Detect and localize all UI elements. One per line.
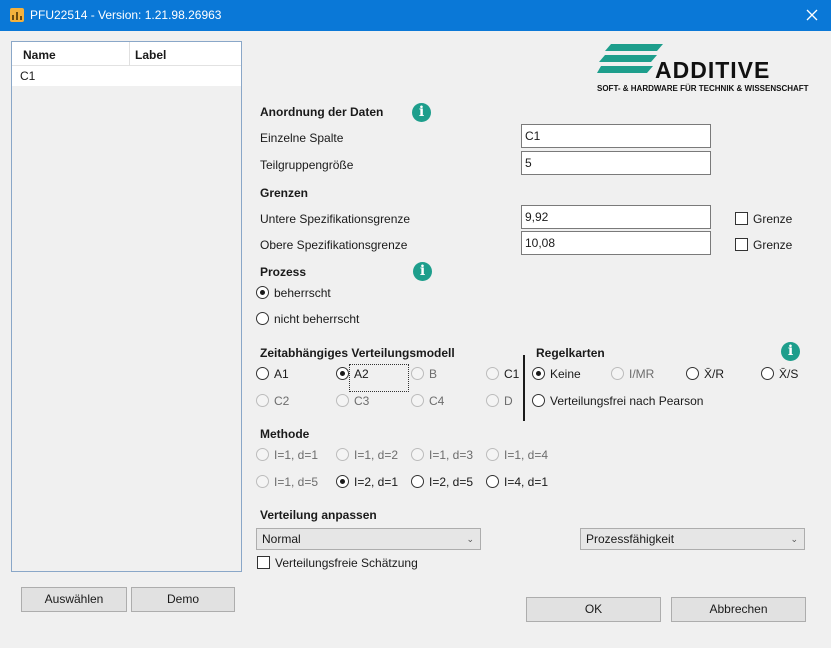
method-label: I=2, d=5 bbox=[429, 475, 474, 489]
info-icon[interactable]: i bbox=[781, 342, 800, 361]
info-icon[interactable]: i bbox=[412, 103, 431, 122]
close-icon[interactable] bbox=[801, 4, 823, 26]
upper-spec-label: Obere Spezifikationsgrenze bbox=[260, 238, 408, 252]
model-radio-c2[interactable] bbox=[256, 394, 269, 407]
model-label-d: D bbox=[504, 394, 513, 408]
model-radio-c3[interactable] bbox=[336, 394, 349, 407]
method-radio[interactable] bbox=[256, 448, 269, 461]
method-label: I=1, d=4 bbox=[504, 448, 549, 462]
model-radio-c1[interactable] bbox=[486, 367, 499, 380]
method-radio[interactable] bbox=[486, 475, 499, 488]
column-list-header: Name Label bbox=[12, 42, 241, 66]
upper-limit-check-label: Grenze bbox=[753, 238, 793, 252]
chart-label-xbar-r: X̄/R bbox=[704, 367, 725, 381]
column-header-label[interactable]: Label bbox=[135, 48, 166, 62]
chevron-down-icon: ⌄ bbox=[790, 534, 798, 544]
model-label-a2: A2 bbox=[354, 367, 369, 381]
method-label: I=1, d=3 bbox=[429, 448, 474, 462]
method-label: I=2, d=1 bbox=[354, 475, 399, 489]
chart-radio-imr[interactable] bbox=[611, 367, 624, 380]
method-label: I=1, d=2 bbox=[354, 448, 399, 462]
chart-label-imr: I/MR bbox=[629, 367, 655, 381]
ok-button[interactable]: OK bbox=[526, 597, 661, 622]
not-controlled-radio[interactable] bbox=[256, 312, 269, 325]
chart-radio-none[interactable] bbox=[532, 367, 545, 380]
column-list[interactable]: Name Label C1 bbox=[11, 41, 242, 572]
model-label-c4: C4 bbox=[429, 394, 445, 408]
lower-limit-checkbox[interactable] bbox=[735, 212, 748, 225]
window-title: PFU22514 - Version: 1.21.98.26963 bbox=[30, 8, 222, 22]
method-label: I=1, d=5 bbox=[274, 475, 319, 489]
model-radio-a2[interactable] bbox=[336, 367, 349, 380]
model-heading: Zeitabhängiges Verteilungsmodell bbox=[260, 346, 455, 360]
model-label-c3: C3 bbox=[354, 394, 370, 408]
method-radio[interactable] bbox=[411, 448, 424, 461]
method-radio[interactable] bbox=[486, 448, 499, 461]
single-column-label: Einzelne Spalte bbox=[260, 131, 344, 145]
logo-name: ADDITIVE bbox=[655, 57, 771, 83]
method-heading: Methode bbox=[260, 427, 310, 441]
subgroup-size-input[interactable]: 5 bbox=[521, 151, 711, 175]
logo-tagline: SOFT- & HARDWARE FÜR TECHNIK & WISSENSCH… bbox=[597, 84, 809, 93]
upper-limit-checkbox[interactable] bbox=[735, 238, 748, 251]
process-heading: Prozess bbox=[260, 265, 307, 279]
free-estimate-checkbox[interactable] bbox=[257, 556, 270, 569]
free-estimate-label: Verteilungsfreie Schätzung bbox=[275, 556, 418, 570]
fit-heading: Verteilung anpassen bbox=[260, 508, 377, 522]
additive-logo: ADDITIVE SOFT- & HARDWARE FÜR TECHNIK & … bbox=[597, 42, 812, 94]
chart-app-icon bbox=[10, 8, 24, 22]
control-charts-heading: Regelkarten bbox=[536, 346, 605, 360]
lower-limit-check-label: Grenze bbox=[753, 212, 793, 226]
title-bar: PFU22514 - Version: 1.21.98.26963 bbox=[0, 0, 831, 31]
lower-spec-input[interactable]: 9,92 bbox=[521, 205, 711, 229]
method-radio[interactable] bbox=[336, 448, 349, 461]
model-label-a1: A1 bbox=[274, 367, 289, 381]
capability-value: Prozessfähigkeit bbox=[586, 532, 675, 546]
chart-label-xbar-s: X̄/S bbox=[779, 367, 799, 381]
section-divider bbox=[523, 355, 525, 421]
list-item-name: C1 bbox=[20, 69, 36, 83]
model-radio-d[interactable] bbox=[486, 394, 499, 407]
model-label-b: B bbox=[429, 367, 438, 381]
controlled-radio[interactable] bbox=[256, 286, 269, 299]
method-label: I=1, d=1 bbox=[274, 448, 319, 462]
model-radio-b[interactable] bbox=[411, 367, 424, 380]
data-arrangement-heading: Anordnung der Daten bbox=[260, 105, 384, 119]
method-radio[interactable] bbox=[256, 475, 269, 488]
demo-button[interactable]: Demo bbox=[131, 587, 235, 612]
capability-dropdown[interactable]: Prozessfähigkeit ⌄ bbox=[580, 528, 805, 550]
subgroup-size-label: Teilgruppengröße bbox=[260, 158, 354, 172]
method-label: I=4, d=1 bbox=[504, 475, 549, 489]
cancel-button[interactable]: Abbrechen bbox=[671, 597, 806, 622]
model-label-c1: C1 bbox=[504, 367, 520, 381]
pearson-label: Verteilungsfrei nach Pearson bbox=[550, 394, 704, 408]
list-item[interactable]: C1 bbox=[12, 66, 241, 86]
method-radio-selected[interactable] bbox=[336, 475, 349, 488]
chart-radio-xbar-r[interactable] bbox=[686, 367, 699, 380]
upper-spec-input[interactable]: 10,08 bbox=[521, 231, 711, 255]
model-radio-c4[interactable] bbox=[411, 394, 424, 407]
chart-radio-xbar-s[interactable] bbox=[761, 367, 774, 380]
model-radio-a1[interactable] bbox=[256, 367, 269, 380]
method-radio[interactable] bbox=[411, 475, 424, 488]
single-column-input[interactable]: C1 bbox=[521, 124, 711, 148]
info-icon[interactable]: i bbox=[413, 262, 432, 281]
not-controlled-label: nicht beherrscht bbox=[274, 312, 360, 326]
chevron-down-icon: ⌄ bbox=[466, 534, 474, 544]
model-label-c2: C2 bbox=[274, 394, 290, 408]
chart-label-none: Keine bbox=[550, 367, 581, 381]
column-header-name[interactable]: Name bbox=[23, 48, 56, 62]
limits-heading: Grenzen bbox=[260, 186, 309, 200]
controlled-label: beherrscht bbox=[274, 286, 331, 300]
pearson-radio[interactable] bbox=[532, 394, 545, 407]
distribution-dropdown[interactable]: Normal ⌄ bbox=[256, 528, 481, 550]
lower-spec-label: Untere Spezifikationsgrenze bbox=[260, 212, 411, 226]
distribution-value: Normal bbox=[262, 532, 301, 546]
select-button[interactable]: Auswählen bbox=[21, 587, 127, 612]
